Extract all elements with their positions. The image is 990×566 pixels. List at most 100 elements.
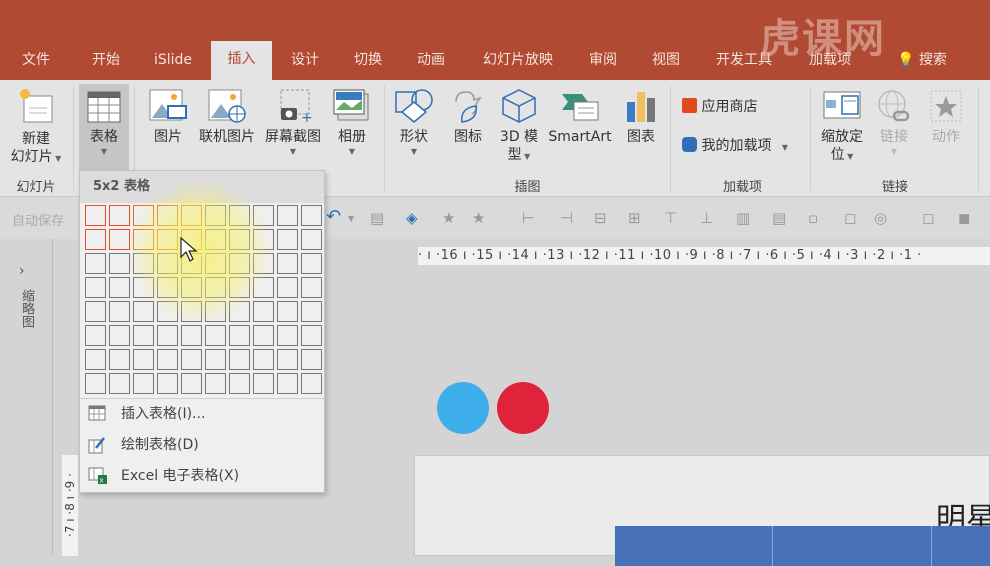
table-grid-cell[interactable] <box>181 205 202 226</box>
table-grid-cell[interactable] <box>253 373 274 394</box>
table-grid-cell[interactable] <box>205 277 226 298</box>
tab-islide[interactable]: iSlide <box>144 47 202 80</box>
excel-spreadsheet-menu-item[interactable]: x Excel 电子表格(X) <box>80 461 324 491</box>
table-grid-cell[interactable] <box>133 349 154 370</box>
table-grid-cell[interactable] <box>277 253 298 274</box>
star-add-icon[interactable]: ★ <box>472 209 485 227</box>
table-grid-cell[interactable] <box>229 253 250 274</box>
table-grid-cell[interactable] <box>133 229 154 250</box>
autosave-toggle[interactable]: 自动保存 <box>12 210 64 229</box>
table-grid-cell[interactable] <box>109 277 130 298</box>
star-effect-icon[interactable]: ★ <box>442 209 455 227</box>
tab-file[interactable]: 文件 <box>10 47 62 80</box>
app-store-button[interactable]: 应用商店 <box>682 98 792 116</box>
table-grid-cell[interactable] <box>253 253 274 274</box>
3d-model-button[interactable]: 3D 模 型 ▼ <box>495 88 543 166</box>
action-button[interactable]: 动作 <box>922 88 970 146</box>
icons-button[interactable]: 图标 <box>444 88 492 146</box>
shapes-button[interactable]: 形状 ▼ <box>390 88 438 158</box>
blue-circle-shape[interactable] <box>437 382 489 434</box>
table-grid-cell[interactable] <box>253 277 274 298</box>
table-grid-cell[interactable] <box>253 301 274 322</box>
table-grid-cell[interactable] <box>229 205 250 226</box>
picture-button[interactable]: 图片 <box>143 88 193 146</box>
table-grid-cell[interactable] <box>109 301 130 322</box>
table-grid-cell[interactable] <box>85 205 106 226</box>
table-grid-cell[interactable] <box>277 349 298 370</box>
table-grid-cell[interactable] <box>277 325 298 346</box>
table-grid-cell[interactable] <box>85 277 106 298</box>
table-grid-cell[interactable] <box>157 277 178 298</box>
table-grid-cell[interactable] <box>253 349 274 370</box>
table-grid-cell[interactable] <box>229 373 250 394</box>
table-grid-cell[interactable] <box>229 229 250 250</box>
tab-slideshow[interactable]: 幻灯片放映 <box>473 47 563 80</box>
zoom-button[interactable]: 缩放定 位 ▼ <box>815 88 869 166</box>
table-grid-cell[interactable] <box>109 349 130 370</box>
ungroup-icon[interactable]: ◻ <box>922 209 934 227</box>
red-circle-shape[interactable] <box>497 382 549 434</box>
table-grid-cell[interactable] <box>157 205 178 226</box>
slide-canvas[interactable]: 明星 <box>414 455 990 566</box>
tab-view[interactable]: 视图 <box>641 47 691 80</box>
table-grid-cell[interactable] <box>181 325 202 346</box>
distribute-vertical-icon[interactable]: ▤ <box>772 209 786 227</box>
text-box-icon[interactable]: ▤ <box>370 209 384 227</box>
table-grid-cell[interactable] <box>301 229 322 250</box>
table-grid-cell[interactable] <box>181 301 202 322</box>
table-grid-cell[interactable] <box>205 349 226 370</box>
table-grid-cell[interactable] <box>205 373 226 394</box>
table-grid-cell[interactable] <box>181 277 202 298</box>
table-grid-cell[interactable] <box>157 349 178 370</box>
tab-home[interactable]: 开始 <box>78 47 134 80</box>
table-grid-cell[interactable] <box>301 325 322 346</box>
table-grid-cell[interactable] <box>133 253 154 274</box>
table-grid-cell[interactable] <box>157 229 178 250</box>
online-picture-button[interactable]: 联机图片 <box>195 88 259 146</box>
send-back-icon[interactable]: ◼ <box>958 209 970 227</box>
table-grid-cell[interactable] <box>277 373 298 394</box>
table-grid-cell[interactable] <box>133 277 154 298</box>
chart-button[interactable]: 图表 <box>619 88 663 146</box>
group-icon[interactable]: ▫ <box>808 209 818 227</box>
draw-table-menu-item[interactable]: 绘制表格(D) <box>80 430 324 460</box>
table-grid-cell[interactable] <box>85 301 106 322</box>
table-grid-cell[interactable] <box>181 349 202 370</box>
table-grid-cell[interactable] <box>85 373 106 394</box>
table-header-cell[interactable] <box>615 526 773 566</box>
align-left-icon[interactable]: ⊢ <box>522 209 535 227</box>
table-grid-cell[interactable] <box>229 325 250 346</box>
table-grid-cell[interactable] <box>205 253 226 274</box>
table-grid-cell[interactable] <box>205 205 226 226</box>
table-grid-cell[interactable] <box>181 373 202 394</box>
table-grid-cell[interactable] <box>109 205 130 226</box>
tab-transitions[interactable]: 切换 <box>343 47 393 80</box>
expand-chevron-icon[interactable]: › <box>19 263 25 279</box>
align-right-icon[interactable]: ⊣ <box>560 209 573 227</box>
table-grid-cell[interactable] <box>205 229 226 250</box>
table-grid-cell[interactable] <box>253 205 274 226</box>
table-grid-cell[interactable] <box>253 229 274 250</box>
slide-table[interactable] <box>615 526 990 566</box>
table-grid-cell[interactable] <box>205 301 226 322</box>
edit-shape-icon[interactable]: ◈ <box>406 209 418 227</box>
align-top-icon[interactable]: ⊤ <box>664 209 677 227</box>
table-grid-cell[interactable] <box>253 325 274 346</box>
table-grid-cell[interactable] <box>301 301 322 322</box>
tab-design[interactable]: 设计 <box>280 47 330 80</box>
table-grid-cell[interactable] <box>277 301 298 322</box>
new-slide-button[interactable]: 新建 幻灯片 ▼ <box>4 86 68 168</box>
table-grid-cell[interactable] <box>301 205 322 226</box>
table-grid-cell[interactable] <box>109 373 130 394</box>
table-grid-cell[interactable] <box>85 349 106 370</box>
table-grid-cell[interactable] <box>133 301 154 322</box>
table-grid-cell[interactable] <box>277 229 298 250</box>
table-grid-cell[interactable] <box>109 229 130 250</box>
tab-animations[interactable]: 动画 <box>406 47 456 80</box>
table-size-grid[interactable] <box>85 205 323 395</box>
align-bottom-icon[interactable]: ⊥ <box>700 209 713 227</box>
table-grid-cell[interactable] <box>301 349 322 370</box>
table-grid-cell[interactable] <box>157 301 178 322</box>
table-grid-cell[interactable] <box>277 277 298 298</box>
table-grid-cell[interactable] <box>229 277 250 298</box>
